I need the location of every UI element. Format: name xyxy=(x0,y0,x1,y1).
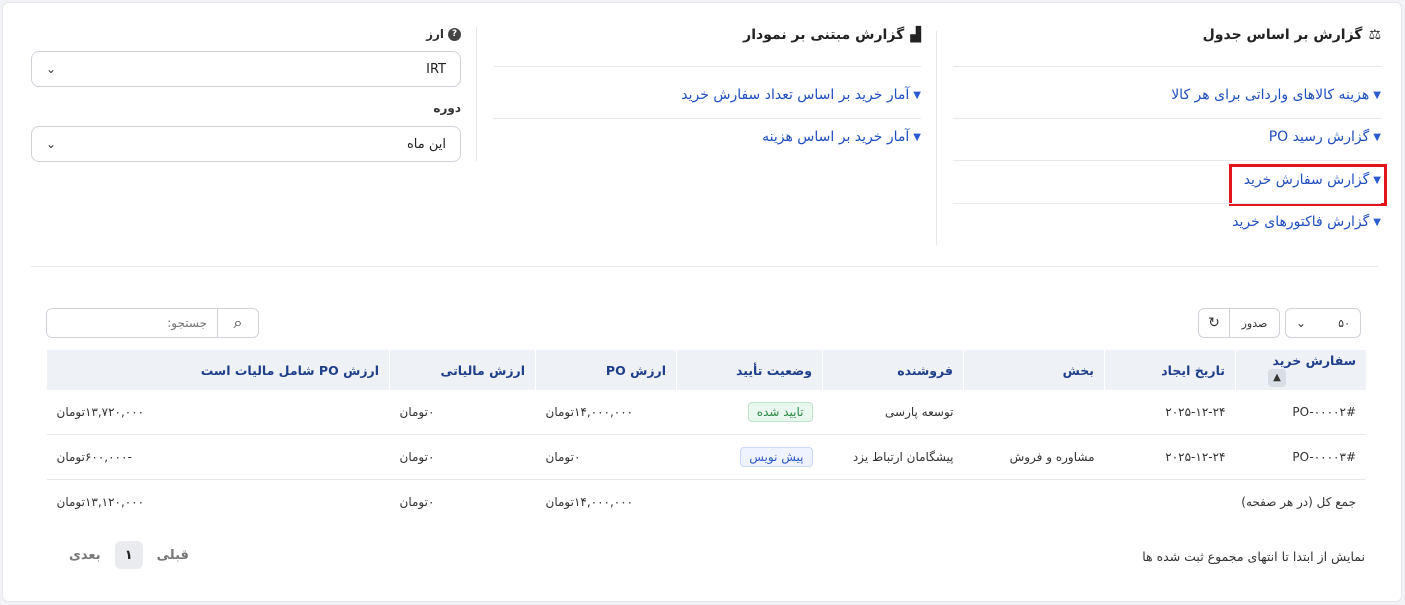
export-group: صدور ↻ xyxy=(1198,308,1280,338)
period-select[interactable]: این ماه ⌄ xyxy=(31,126,461,162)
header-vendor[interactable]: فروشنده xyxy=(822,350,964,390)
cell-department: مشاوره و فروش xyxy=(963,434,1105,480)
period-label: دوره xyxy=(433,101,461,115)
link-purchase-stats-by-cost[interactable]: ▼ آمار خرید بر اساس هزینه xyxy=(762,129,921,145)
export-button[interactable]: صدور xyxy=(1230,317,1279,330)
header-created-date[interactable]: تاریخ ایجاد xyxy=(1104,350,1236,390)
next-page-button[interactable]: بعدی xyxy=(69,548,101,563)
search-box: ⌕ xyxy=(46,308,259,338)
chevron-down-icon: ⌄ xyxy=(46,137,57,151)
divider xyxy=(953,160,1381,161)
highlight-box xyxy=(1229,164,1387,206)
currency-select[interactable]: IRT ⌄ xyxy=(31,51,461,87)
link-po-receipt-report[interactable]: ▼ گزارش رسید PO xyxy=(1269,129,1381,145)
footer-po-value: ۱۴,۰۰۰,۰۰۰تومان xyxy=(545,495,634,509)
currency-label: ? ارز xyxy=(403,27,461,41)
divider xyxy=(493,118,921,119)
footer-label: جمع کل (در هر صفحه) xyxy=(1241,495,1356,509)
prev-page-button[interactable]: قبلی xyxy=(157,548,189,563)
table-row[interactable]: #PO-۰۰۰۰۳ ۲۰۲۵-۱۲-۲۴ مشاوره و فروش پیشگا… xyxy=(46,434,1366,480)
refresh-icon[interactable]: ↻ xyxy=(1199,309,1230,337)
cell-total: ۱۳,۷۲۰,۰۰۰تومان xyxy=(46,390,390,435)
search-input[interactable] xyxy=(47,309,217,337)
sort-up-icon[interactable]: ▲ xyxy=(1268,368,1286,387)
table-header-row: سفارش خرید ▲ تاریخ ایجاد بخش فروشنده وضع… xyxy=(46,350,1366,390)
chart-report-title: ▟ گزارش مبتنی بر نمودار xyxy=(743,27,921,43)
cell-date: ۲۰۲۵-۱۲-۲۴ xyxy=(1104,434,1236,480)
caret-down-icon: ▼ xyxy=(1373,89,1381,101)
link-import-cost[interactable]: ▼ هزینه کالاهای وارداتی برای هر کالا xyxy=(1171,87,1381,103)
link-purchase-invoices-report[interactable]: ▼ گزارش فاکتورهای خرید xyxy=(1232,214,1381,230)
area-chart-icon: ▟ xyxy=(910,27,921,43)
table-row[interactable]: #PO-۰۰۰۰۲ ۲۰۲۵-۱۲-۲۴ توسعه پارسی تایید ش… xyxy=(46,390,1366,435)
cell-po[interactable]: #PO-۰۰۰۰۳ xyxy=(1235,434,1366,480)
table-footer-row: جمع کل (در هر صفحه) ۱۴,۰۰۰,۰۰۰تومان ۰توم… xyxy=(47,480,1367,525)
cell-po[interactable]: #PO-۰۰۰۰۲ xyxy=(1235,390,1366,435)
header-tax-value[interactable]: ارزش مالیاتی xyxy=(389,350,536,390)
page-number-button[interactable]: ۱ xyxy=(114,541,143,569)
purchase-orders-table: سفارش خرید ▲ تاریخ ایجاد بخش فروشنده وضع… xyxy=(46,350,1366,524)
cell-tax: ۰تومان xyxy=(389,434,536,480)
page-size-select[interactable]: ۵۰ ⌄ xyxy=(1285,308,1361,338)
link-purchase-stats-by-count[interactable]: ▼ آمار خرید بر اساس تعداد سفارش خرید xyxy=(681,87,921,103)
help-icon[interactable]: ? xyxy=(448,27,461,41)
header-approval-status[interactable]: وضعیت تأیید xyxy=(676,350,823,390)
caret-down-icon: ▼ xyxy=(913,89,921,101)
cell-date: ۲۰۲۵-۱۲-۲۴ xyxy=(1104,390,1236,435)
cell-status: پیش نویس xyxy=(676,434,823,480)
cell-status: تایید شده xyxy=(676,390,823,435)
balance-scale-icon: ⚖ xyxy=(1368,27,1381,43)
cell-vendor: توسعه پارسی xyxy=(822,390,964,435)
divider xyxy=(953,66,1381,67)
section-divider xyxy=(31,266,1379,267)
search-icon[interactable]: ⌕ xyxy=(217,309,258,337)
header-po[interactable]: سفارش خرید ▲ xyxy=(1235,350,1366,390)
report-card: ⚖ گزارش بر اساس جدول ▼ هزینه کالاهای وار… xyxy=(2,2,1402,602)
column-divider xyxy=(936,31,937,245)
status-badge: پیش نویس xyxy=(740,447,813,467)
header-department[interactable]: بخش xyxy=(963,350,1105,390)
pagination-info: نمایش از ابتدا تا انتهای مجموع ثبت شده ه… xyxy=(1142,549,1365,564)
chevron-down-icon: ⌄ xyxy=(46,62,57,76)
pagination: قبلی ۱ بعدی xyxy=(69,541,189,569)
cell-tax: ۰تومان xyxy=(389,390,536,435)
caret-down-icon: ▼ xyxy=(1373,131,1381,143)
divider xyxy=(953,203,1381,204)
cell-vendor: پیشگامان ارتباط یزد xyxy=(822,434,964,480)
cell-department xyxy=(963,390,1105,435)
footer-tax: ۰تومان xyxy=(399,495,435,509)
caret-down-icon: ▼ xyxy=(913,131,921,143)
table-report-title: ⚖ گزارش بر اساس جدول xyxy=(1202,27,1381,43)
divider xyxy=(493,66,921,67)
cell-total: -۶۰۰,۰۰۰تومان xyxy=(46,434,390,480)
caret-down-icon: ▼ xyxy=(1373,216,1381,228)
header-po-value[interactable]: ارزش PO xyxy=(535,350,677,390)
chevron-down-icon: ⌄ xyxy=(1296,316,1307,330)
cell-po-value: ۰تومان xyxy=(535,434,677,480)
divider xyxy=(953,118,1381,119)
cell-po-value: ۱۴,۰۰۰,۰۰۰تومان xyxy=(535,390,677,435)
column-divider xyxy=(476,27,477,161)
header-po-value-incl-tax[interactable]: ارزش PO شامل مالیات است xyxy=(46,350,390,390)
status-badge: تایید شده xyxy=(747,402,813,422)
footer-total: ۱۳,۱۲۰,۰۰۰تومان xyxy=(56,495,145,509)
